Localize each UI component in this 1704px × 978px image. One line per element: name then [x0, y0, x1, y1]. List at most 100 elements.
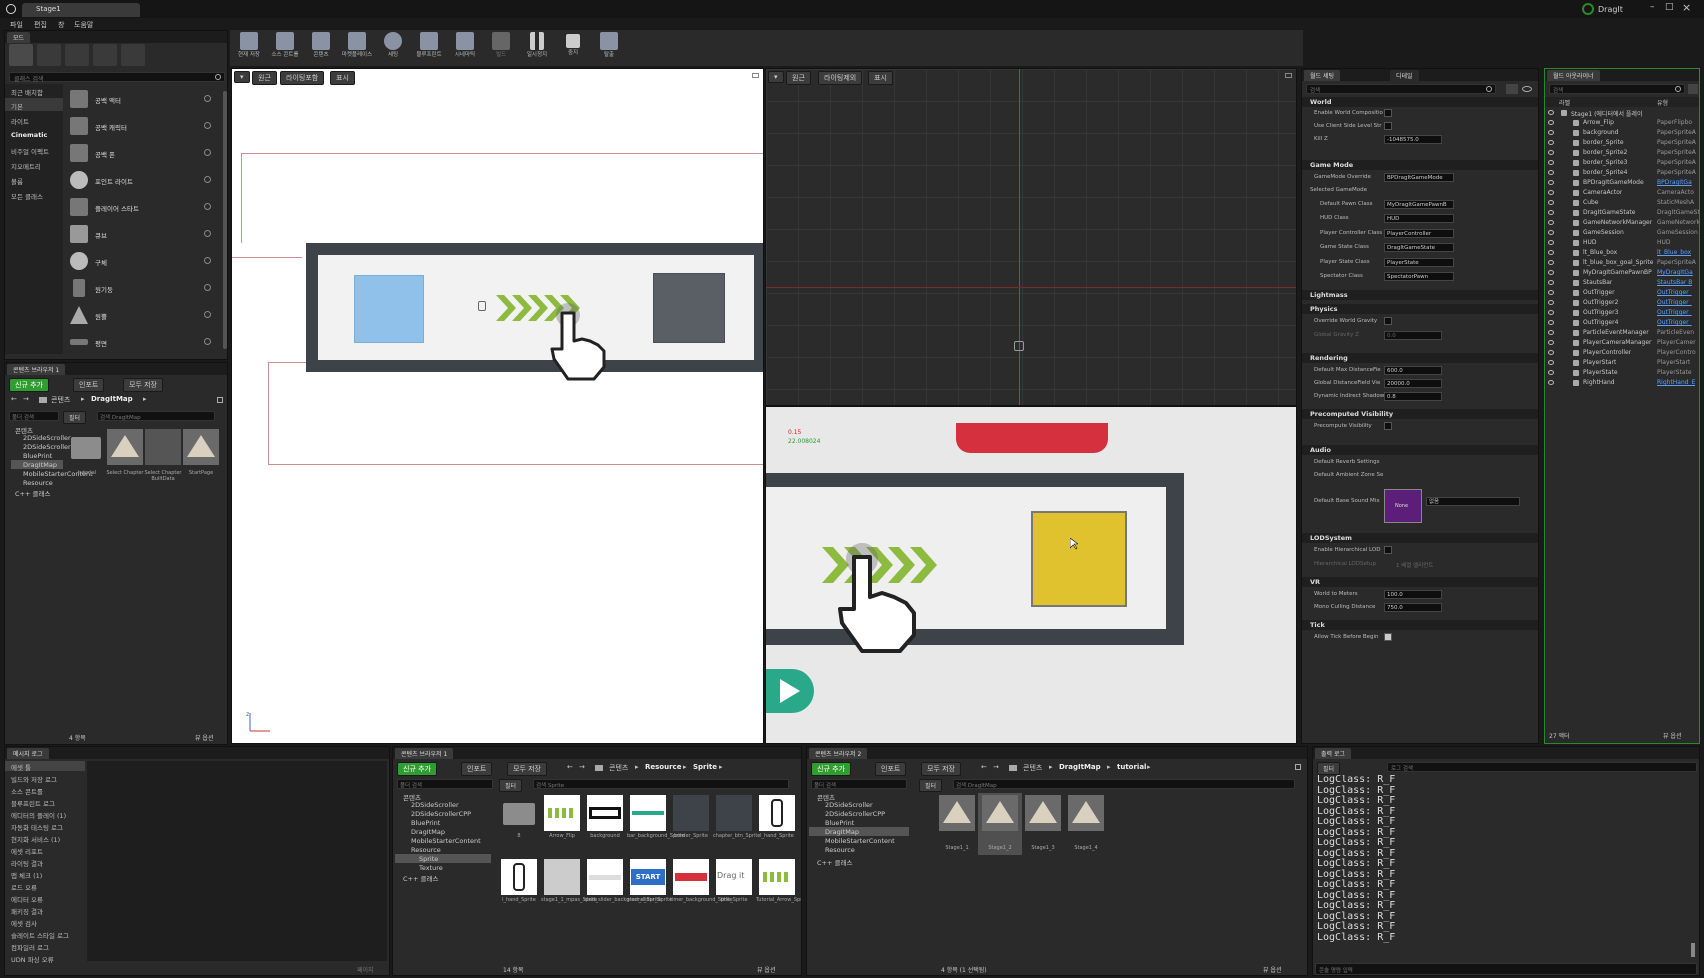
hud-class-dropdown[interactable]: HUD [1384, 214, 1454, 223]
default-pawn-dropdown[interactable]: MyDragItGamePawnB [1384, 200, 1454, 209]
msglog-category[interactable]: 블루프린트 로그 [11, 798, 55, 808]
outliner-row[interactable]: PlayerState PlayerState [1545, 368, 1699, 378]
view-options-button[interactable]: 뷰 옵션 [195, 733, 213, 742]
folder-search-input[interactable]: 폴더 검색 [9, 411, 59, 421]
stop-button[interactable]: 중지 [556, 30, 590, 60]
outliner-row[interactable]: GameSession GameSession [1545, 228, 1699, 238]
sprite-thumbnail[interactable] [759, 859, 795, 895]
path-segment[interactable]: DragItMap [1059, 763, 1101, 771]
mono-culling-input[interactable]: 750.0 [1384, 603, 1442, 612]
tree-item[interactable]: MobileStarterContent [411, 837, 481, 845]
sprite-thumbnail[interactable] [544, 795, 580, 831]
save-all-button[interactable]: 모두 저장 [921, 762, 961, 776]
visibility-eye-icon[interactable] [1548, 240, 1554, 245]
world-to-meters-input[interactable]: 100.0 [1384, 590, 1442, 599]
map-thumbnail[interactable] [107, 429, 143, 465]
back-arrow-icon[interactable]: ← [567, 763, 573, 771]
visibility-eye-icon[interactable] [1548, 210, 1554, 215]
lock-icon[interactable] [1295, 764, 1301, 770]
category-cinematic[interactable]: Cinematic [11, 131, 47, 139]
global-distance-input[interactable]: 20000.0 [1384, 379, 1442, 388]
checkbox[interactable] [1384, 317, 1392, 325]
eye-icon[interactable] [1522, 86, 1532, 92]
outliner-row[interactable]: border_Sprite PaperSpriteA [1545, 138, 1699, 148]
forward-arrow-icon[interactable]: → [579, 763, 585, 771]
sprite-thumbnail[interactable] [673, 795, 709, 831]
forward-arrow-icon[interactable]: → [23, 395, 29, 403]
visibility-eye-icon[interactable] [1548, 220, 1554, 225]
tree-item[interactable]: 2DSideScrollerCPP [825, 810, 885, 818]
viewport-options-button[interactable]: ▾ [234, 71, 250, 83]
max-distance-input[interactable]: 600.0 [1384, 366, 1442, 375]
close-button[interactable]: × [1682, 1, 1691, 14]
visibility-eye-icon[interactable] [1548, 290, 1554, 295]
menu-file[interactable]: 파일 [10, 20, 23, 30]
section-physics[interactable]: Physics [1302, 304, 1538, 314]
player-state-dropdown[interactable]: PlayerState [1384, 258, 1454, 267]
outliner-row[interactable]: border_Sprite3 PaperSpriteA [1545, 158, 1699, 168]
import-button[interactable]: 인포트 [461, 762, 493, 776]
place-mode-icon[interactable] [9, 44, 33, 66]
sound-mix-thumbnail[interactable]: None [1384, 489, 1422, 523]
viewport-options-button[interactable]: ▾ [768, 71, 784, 83]
viewport-left[interactable]: ▾ 원근 라이팅포함 표시 z [231, 68, 764, 744]
msglog-category[interactable]: 슬레이트 스타일 로그 [11, 930, 69, 940]
show-button[interactable]: 표시 [868, 71, 893, 85]
sprite-thumbnail[interactable] [630, 795, 666, 831]
map-thumbnail[interactable] [939, 795, 975, 831]
tree-item[interactable]: C++ 클래스 [403, 873, 438, 883]
msglog-category[interactable]: 에셋 툴 [11, 762, 31, 772]
geometry-mode-icon[interactable] [121, 44, 145, 66]
outliner-row[interactable]: Stage1 (에디터에서 플레이) [1545, 108, 1699, 118]
log-scrollbar[interactable] [1691, 943, 1695, 957]
place-item-cylinder[interactable]: 원기둥 [65, 277, 213, 299]
page-selector[interactable]: 페이지 [357, 965, 374, 974]
lock-icon[interactable] [217, 397, 223, 403]
path-segment[interactable]: Resource [645, 763, 681, 771]
add-new-button[interactable]: 신규 추가 [9, 378, 49, 392]
asset-search-input[interactable]: 검색 Sprite [533, 779, 789, 789]
view-options-button[interactable]: 뷰 옵션 [1663, 731, 1681, 740]
back-arrow-icon[interactable]: ← [981, 763, 987, 771]
yellow-box[interactable] [1031, 511, 1127, 607]
msglog-category[interactable]: 에디터 오류 [11, 894, 43, 904]
outliner-row[interactable]: border_Sprite2 PaperSpriteA [1545, 148, 1699, 158]
outliner-row[interactable]: OutTrigger4 OutTrigger_ [1545, 318, 1699, 328]
game-state-dropdown[interactable]: DragItGameState [1384, 243, 1454, 252]
outliner-search-input[interactable]: 검색 [1549, 84, 1685, 94]
outliner-row[interactable]: HUD HUD [1545, 238, 1699, 248]
details-search-input[interactable]: 검색 [1306, 84, 1496, 94]
sprite-thumbnail[interactable] [544, 859, 580, 895]
map-thumbnail[interactable] [1025, 795, 1061, 831]
tab-world-outliner[interactable]: 월드 아웃라이너 [1547, 70, 1600, 81]
tab-message-log[interactable]: 메시지 로그 [7, 748, 49, 759]
msglog-category[interactable]: 에셋 검사 [11, 918, 37, 928]
outliner-row[interactable]: GameNetworkManager GameNetwork [1545, 218, 1699, 228]
category-lights[interactable]: 라이트 [11, 116, 29, 126]
maximize-viewport-icon[interactable] [752, 73, 759, 78]
tree-item[interactable]: C++ 클래스 [15, 488, 50, 498]
viewport-right-top[interactable]: ▾ 원근 라이팅제외 표시 [765, 68, 1297, 406]
visibility-eye-icon[interactable] [1548, 330, 1554, 335]
tree-item-selected[interactable]: Sprite [419, 855, 438, 863]
sprite-thumbnail[interactable] [673, 859, 709, 895]
forward-arrow-icon[interactable]: → [993, 763, 999, 771]
menu-help[interactable]: 도움말 [74, 20, 93, 30]
place-item-empty-actor[interactable]: 공백 액터 [65, 88, 213, 110]
tree-item[interactable]: BluePrint [411, 819, 440, 827]
tree-item[interactable]: Resource [825, 846, 855, 854]
document-tab[interactable]: Stage1 [22, 3, 140, 17]
category-volumes[interactable]: 볼륨 [11, 176, 23, 186]
pause-button[interactable]: 일시정지 [520, 30, 554, 60]
place-item-point-light[interactable]: 포인트 라이트 [65, 169, 213, 191]
checkbox[interactable] [1384, 546, 1392, 554]
save-all-button[interactable]: 모두 저장 [507, 762, 547, 776]
outliner-row[interactable]: lt_Blue_box lt_Blue_box [1545, 248, 1699, 258]
eject-button[interactable]: 탈출 [592, 30, 626, 60]
msglog-category[interactable]: 에디터의 플레이 (1) [11, 810, 66, 820]
filters-button[interactable]: 필터 [499, 779, 523, 792]
tree-item-selected[interactable]: DragItMap [825, 828, 859, 836]
place-item-cone[interactable]: 원뿔 [65, 304, 213, 326]
place-item-cube[interactable]: 큐브 [65, 223, 213, 245]
tab-content-browser-1[interactable]: 콘텐츠 브라우저 1 [7, 364, 66, 375]
